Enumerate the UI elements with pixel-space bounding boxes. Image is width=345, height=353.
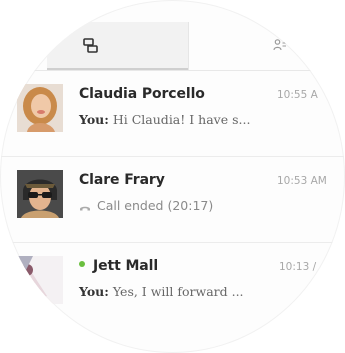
contact-name: Claudia Porcello xyxy=(79,86,205,102)
divider xyxy=(0,242,345,243)
message-time: 10:13 / xyxy=(279,261,317,273)
message-time: 10:55 A xyxy=(277,89,318,101)
you-prefix: You: xyxy=(79,112,109,127)
conversation-row-claudia[interactable]: Claudia Porcello 10:55 A You: Hi Claudia… xyxy=(0,72,345,156)
contact-name: Jett Mall xyxy=(79,258,158,274)
call-text: Call ended (20:17) xyxy=(97,198,214,213)
tab-contacts[interactable] xyxy=(188,22,339,70)
avatar-jett xyxy=(17,256,63,304)
call-preview: Call ended (20:17) xyxy=(79,198,213,213)
round-display: Claudia Porcello 10:55 A You: Hi Claudia… xyxy=(0,0,345,353)
tab-chats[interactable] xyxy=(47,22,188,70)
message-preview: You: Hi Claudia! I have s... xyxy=(79,112,250,127)
you-prefix: You: xyxy=(79,284,109,299)
online-status-icon xyxy=(79,261,85,267)
avatar-clare xyxy=(17,170,63,218)
message-text: Hi Claudia! I have s... xyxy=(112,112,251,127)
tab-bar xyxy=(0,22,345,71)
message-text: Yes, I will forward ... xyxy=(112,284,244,299)
message-time: 10:53 AM xyxy=(277,175,327,187)
contact-name: Clare Frary xyxy=(79,172,165,188)
avatar-claudia xyxy=(17,84,63,132)
contacts-icon xyxy=(273,38,287,57)
conversation-row-clare[interactable]: Clare Frary 10:53 AM Call ended (20:17) xyxy=(0,158,345,242)
conversation-row-jett[interactable]: Jett Mall 10:13 / You: Yes, I will forwa… xyxy=(0,244,345,328)
contact-name-text: Jett Mall xyxy=(93,258,159,274)
phone-icon xyxy=(79,201,91,211)
watch-screen: Claudia Porcello 10:55 A You: Hi Claudia… xyxy=(0,0,345,353)
divider xyxy=(0,156,345,157)
chats-icon xyxy=(83,38,99,59)
message-preview: You: Yes, I will forward ... xyxy=(79,284,244,299)
